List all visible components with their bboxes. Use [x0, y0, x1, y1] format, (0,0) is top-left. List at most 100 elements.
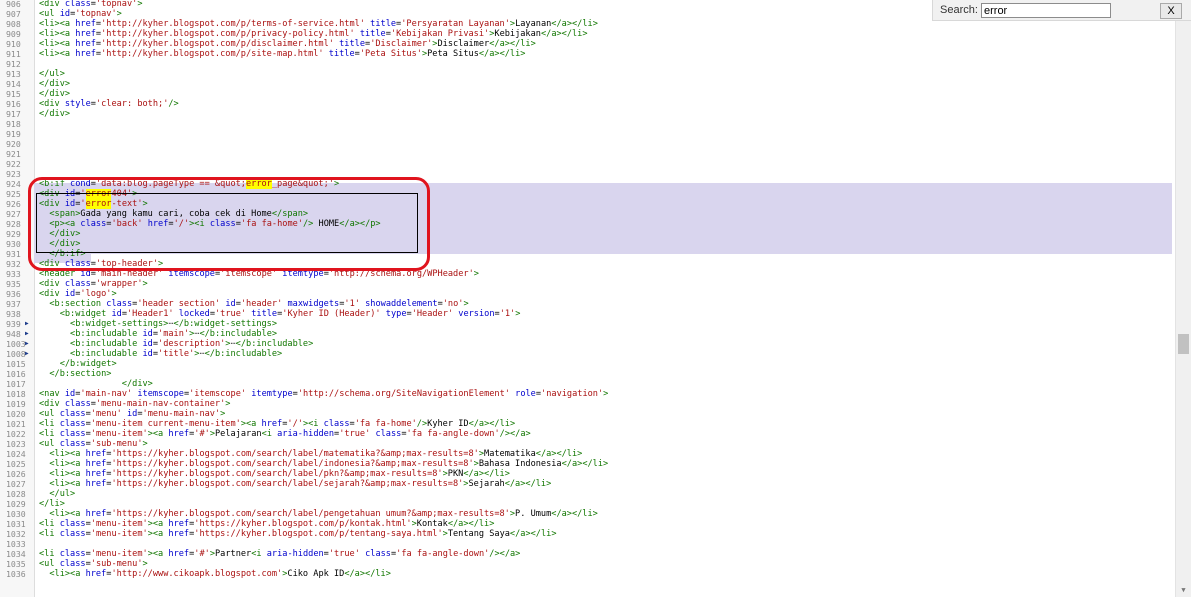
- code-token: </b:includable>: [204, 349, 283, 359]
- code-token: <ul: [39, 439, 60, 449]
- line-number: 918: [6, 119, 21, 129]
- code-line[interactable]: 921: [0, 149, 1175, 159]
- code-line[interactable]: 1019 <div class='menu-main-nav-container'…: [0, 399, 1175, 409]
- line-number: 932: [6, 259, 21, 269]
- code-token: 'fa fa-angle-down': [396, 549, 490, 559]
- code-line[interactable]: 1018 <nav id='main-nav' itemscope='itemsc…: [0, 389, 1175, 399]
- code-line[interactable]: 935 <div class='wrapper'>: [0, 279, 1175, 289]
- line-number: 922: [6, 159, 21, 169]
- code-token: href: [75, 29, 96, 39]
- code-line[interactable]: 1021 <li class='menu-item current-menu-it…: [0, 419, 1175, 429]
- code-line[interactable]: 1028 </ul>: [0, 489, 1175, 499]
- code-line[interactable]: 919: [0, 129, 1175, 139]
- code-line[interactable]: 912: [0, 59, 1175, 69]
- code-line[interactable]: 948 ▶ <b:includable id='main'>⋯</b:includ…: [0, 329, 1175, 339]
- code-line[interactable]: 920: [0, 139, 1175, 149]
- line-number: 1026: [6, 469, 26, 479]
- code-line[interactable]: 915 </div>: [0, 89, 1175, 99]
- line-number: 931: [6, 249, 21, 259]
- code-line[interactable]: 1003 ▶ <b:includable id='description'>⋯</…: [0, 339, 1175, 349]
- annotation-highlight-box: [28, 177, 430, 271]
- code-line[interactable]: 922: [0, 159, 1175, 169]
- code-line[interactable]: 1016 </b:section>: [0, 369, 1175, 379]
- code-token: title: [370, 19, 397, 29]
- line-number: 935: [6, 279, 21, 289]
- code-line[interactable]: 938 <b:widget id='Header1' locked='true'…: [0, 309, 1175, 319]
- close-search-button[interactable]: X: [1160, 3, 1182, 19]
- code-line[interactable]: 1017 </div>: [0, 379, 1175, 389]
- code-token: </li>: [39, 499, 65, 509]
- search-input[interactable]: [981, 3, 1111, 18]
- fold-expand-arrow-icon[interactable]: ▶: [25, 320, 29, 328]
- code-line[interactable]: 1034 <li class='menu-item'><a href='#'>Pa…: [0, 549, 1175, 559]
- code-line[interactable]: 1024 <li><a href='https://kyher.blogspot…: [0, 449, 1175, 459]
- code-token: '#': [194, 549, 210, 559]
- line-number: 1020: [6, 409, 26, 419]
- code-line[interactable]: 916 <div style='clear: both;'/>: [0, 99, 1175, 109]
- code-text: </div>: [39, 89, 70, 99]
- code-line[interactable]: 918: [0, 119, 1175, 129]
- code-line[interactable]: 1020 <ul class='menu' id='menu-main-nav'>: [0, 409, 1175, 419]
- code-line[interactable]: 909 <li><a href='http://kyher.blogspot.co…: [0, 29, 1175, 39]
- code-token: 'Kebijakan Privasi': [390, 29, 490, 39]
- fold-expand-arrow-icon[interactable]: ▶: [25, 350, 29, 358]
- code-token: href: [75, 49, 96, 59]
- code-token: </ul>: [39, 69, 65, 79]
- code-line[interactable]: 913 </ul>: [0, 69, 1175, 79]
- code-token: 'main': [158, 329, 190, 339]
- code-line[interactable]: 1032 <li class='menu-item'><a href='https…: [0, 529, 1175, 539]
- code-token: <li: [39, 419, 60, 429]
- code-line[interactable]: 1029 </li>: [0, 499, 1175, 509]
- fold-expand-arrow-icon[interactable]: ▶: [25, 340, 29, 348]
- code-line[interactable]: 937 <b:section class='header section' id…: [0, 299, 1175, 309]
- code-line[interactable]: 1030 <li><a href='https://kyher.blogspot…: [0, 509, 1175, 519]
- code-line[interactable]: 917 </div>: [0, 109, 1175, 119]
- code-token: <li><a: [39, 29, 76, 39]
- code-text: <b:widget-settings>⋯</b:widget-settings>: [39, 319, 277, 329]
- code-line[interactable]: 1027 <li><a href='https://kyher.blogspot…: [0, 479, 1175, 489]
- code-text: <li class='menu-item current-menu-item'>…: [39, 419, 515, 429]
- code-token: </a></li>: [463, 469, 510, 479]
- code-token: 'menu-item': [90, 549, 148, 559]
- code-line[interactable]: 1033: [0, 539, 1175, 549]
- code-line[interactable]: 1036 <li><a href='http://www.cikoapk.blo…: [0, 569, 1175, 579]
- code-token: </a></li>: [504, 479, 552, 489]
- code-line[interactable]: 939 ▶ <b:widget-settings>⋯</b:widget-sett…: [0, 319, 1175, 329]
- scrollbar-thumb[interactable]: [1178, 334, 1189, 354]
- code-token: >: [225, 399, 231, 409]
- code-line[interactable]: 1022 <li class='menu-item'><a href='#'>Pe…: [0, 429, 1175, 439]
- code-line[interactable]: 910 <li><a href='http://kyher.blogspot.co…: [0, 39, 1175, 49]
- code-text: </div>: [39, 379, 153, 389]
- code-token: 'navigation': [541, 389, 604, 399]
- code-token: '1': [344, 299, 360, 309]
- scroll-down-arrow-icon[interactable]: ▼: [1176, 583, 1191, 597]
- code-token: role: [515, 389, 536, 399]
- code-editor[interactable]: 906 <div class='topnav'> 907 <ul id='topnav…: [0, 0, 1175, 597]
- search-label: Search:: [940, 4, 978, 16]
- code-token: title: [359, 29, 386, 39]
- code-line[interactable]: 911 <li><a href='http://kyher.blogspot.co…: [0, 49, 1175, 59]
- code-line[interactable]: 1026 <li><a href='https://kyher.blogspot…: [0, 469, 1175, 479]
- code-token: 'topnav': [75, 9, 117, 19]
- code-line[interactable]: 1035 <ul class='sub-menu'>: [0, 559, 1175, 569]
- code-line[interactable]: 1025 <li><a href='https://kyher.blogspot…: [0, 459, 1175, 469]
- code-token: aria-hidden: [277, 429, 335, 439]
- code-line[interactable]: 1015 </b:widget>: [0, 359, 1175, 369]
- code-line[interactable]: 1008 ▶ <b:includable id='title'>⋯</b:incl…: [0, 349, 1175, 359]
- code-token: id: [59, 9, 71, 19]
- code-line[interactable]: 914 </div>: [0, 79, 1175, 89]
- line-number: 926: [6, 199, 21, 209]
- vertical-scrollbar[interactable]: ▲ ▼: [1175, 0, 1191, 597]
- code-line[interactable]: 936 <div id='logo'>: [0, 289, 1175, 299]
- code-token: Kyher ID: [427, 419, 469, 429]
- code-line[interactable]: 1023 <ul class='sub-menu'>: [0, 439, 1175, 449]
- fold-expand-arrow-icon[interactable]: ▶: [25, 330, 29, 338]
- line-number: 930: [6, 239, 21, 249]
- code-line[interactable]: 1031 <li class='menu-item'><a href='https…: [0, 519, 1175, 529]
- code-token: title: [328, 49, 355, 59]
- line-number: 1018: [6, 389, 26, 399]
